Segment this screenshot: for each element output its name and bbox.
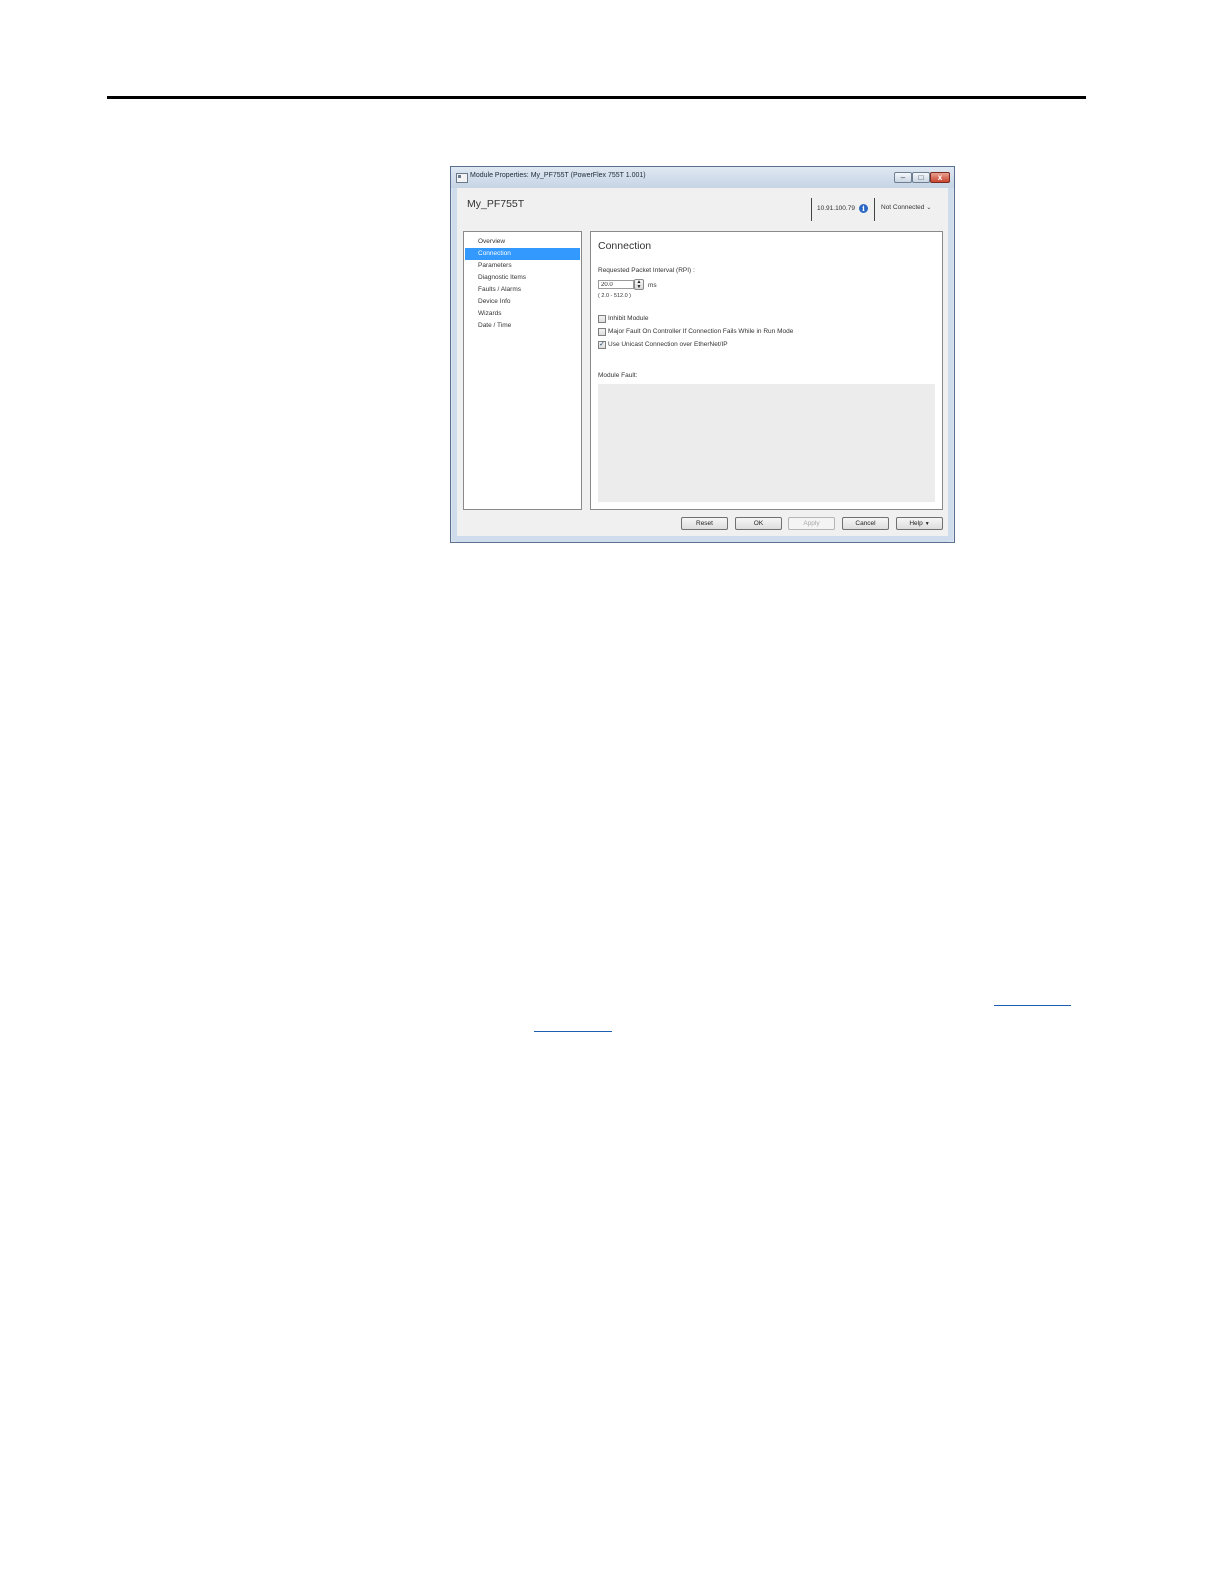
inhibit-module-label: Inhibit Module <box>608 315 649 322</box>
connection-status-dropdown[interactable]: Not Connected ⌄ <box>881 204 931 211</box>
nav-item-diagnostic-items[interactable]: Diagnostic Items <box>465 272 580 284</box>
rpi-unit: ms <box>648 282 657 289</box>
window-frame-bottom <box>457 536 948 542</box>
minimize-button[interactable]: – <box>894 172 912 183</box>
connection-panel: Connection Requested Packet Interval (RP… <box>590 231 943 510</box>
unicast-connection-label: Use Unicast Connection over EtherNet/IP <box>608 341 728 348</box>
app-icon <box>456 173 468 183</box>
nav-item-parameters[interactable]: Parameters <box>465 260 580 272</box>
nav-item-overview[interactable]: Overview <box>465 236 580 248</box>
dialog-client-area: My_PF755T 10.91.100.79 i Not Connected ⌄ … <box>457 188 948 537</box>
nav-item-faults-alarms[interactable]: Faults / Alarms <box>465 284 580 296</box>
rpi-label: Requested Packet Interval (RPI) : <box>598 267 695 274</box>
chevron-down-icon: ⌄ <box>926 205 932 211</box>
link-underline[interactable] <box>994 1005 1071 1006</box>
nav-item-date-time[interactable]: Date / Time <box>465 320 580 332</box>
reset-button[interactable]: Reset <box>681 517 728 530</box>
ip-address: 10.91.100.79 <box>817 205 855 212</box>
rpi-input[interactable] <box>598 280 634 289</box>
header-divider <box>811 198 812 221</box>
module-fault-display <box>598 384 935 502</box>
close-button[interactable]: x <box>930 172 950 183</box>
unicast-connection-checkbox[interactable]: ✓ <box>598 341 606 349</box>
cancel-button[interactable]: Cancel <box>842 517 889 530</box>
ok-button[interactable]: OK <box>735 517 782 530</box>
window-title: Module Properties: My_PF755T (PowerFlex … <box>470 172 646 179</box>
help-button[interactable]: Help ▼ <box>896 517 943 530</box>
major-fault-label: Major Fault On Controller If Connection … <box>608 328 794 335</box>
major-fault-checkbox[interactable] <box>598 328 606 336</box>
module-properties-dialog: Module Properties: My_PF755T (PowerFlex … <box>450 166 955 543</box>
help-label: Help <box>909 520 923 527</box>
page-header-rule <box>107 96 1086 99</box>
section-title: Connection <box>598 240 652 252</box>
nav-item-device-info[interactable]: Device Info <box>465 296 580 308</box>
category-list: Overview Connection Parameters Diagnostic I… <box>464 236 581 332</box>
category-nav: Overview Connection Parameters Diagnostic I… <box>463 231 582 510</box>
apply-button[interactable]: Apply <box>788 517 835 530</box>
link-underline[interactable] <box>534 1031 612 1032</box>
header-divider <box>874 198 875 221</box>
rpi-spinner[interactable]: ▲ ▼ <box>634 279 644 290</box>
info-icon[interactable]: i <box>859 204 868 213</box>
title-bar[interactable]: Module Properties: My_PF755T (PowerFlex … <box>451 167 954 188</box>
maximize-button[interactable]: □ <box>912 172 930 183</box>
nav-item-wizards[interactable]: Wizards <box>465 308 580 320</box>
device-name: My_PF755T <box>467 198 525 210</box>
nav-item-connection[interactable]: Connection <box>465 248 580 260</box>
inhibit-module-checkbox[interactable] <box>598 315 606 323</box>
dropdown-arrow-icon: ▼ <box>924 521 930 527</box>
connection-status-label: Not Connected <box>881 204 925 211</box>
module-fault-label: Module Fault: <box>598 372 638 379</box>
rpi-range: ( 2.0 - 512.0 ) <box>598 293 632 299</box>
